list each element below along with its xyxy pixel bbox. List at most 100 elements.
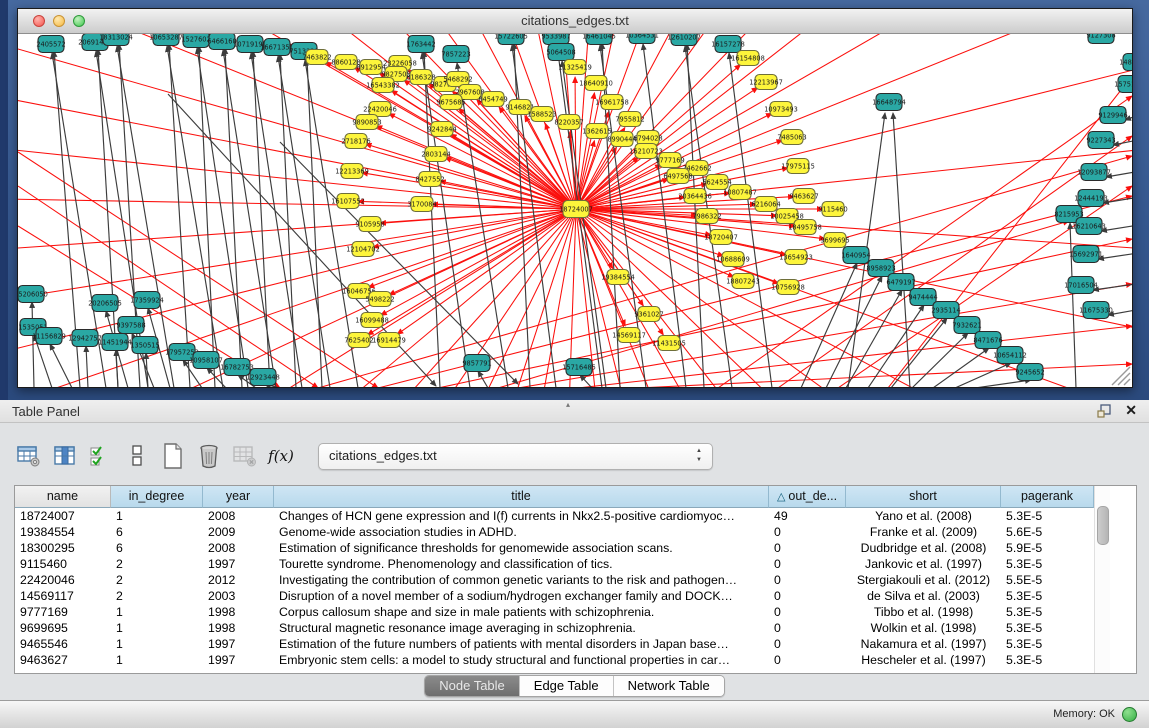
graph-node[interactable]: 9105958 bbox=[355, 217, 384, 232]
graph-node[interactable]: 12610207 bbox=[667, 34, 701, 46]
graph-node[interactable]: 7955812 bbox=[615, 112, 644, 127]
column-header-out_de[interactable]: △out_de... bbox=[769, 486, 846, 508]
column-header-short[interactable]: short bbox=[846, 486, 1001, 508]
graph-node[interactable]: 8454749 bbox=[478, 92, 507, 107]
graph-node[interactable]: 15751074 bbox=[1114, 76, 1132, 93]
graph-node[interactable]: 17016504 bbox=[1064, 277, 1098, 294]
graph-node[interactable]: 9474444 bbox=[908, 289, 937, 306]
graph-node[interactable]: 8220357 bbox=[554, 115, 583, 130]
network-canvas[interactable]: 2405572206914061831302410653287152760264… bbox=[18, 34, 1132, 387]
graph-node[interactable]: 9245652 bbox=[1015, 364, 1044, 381]
graph-node[interactable]: 9361027 bbox=[634, 307, 663, 322]
graph-node[interactable]: 15692971 bbox=[1069, 246, 1103, 263]
graph-node[interactable]: 5498222 bbox=[365, 292, 394, 307]
graph-node[interactable]: 18313024 bbox=[99, 34, 133, 46]
graph-node[interactable]: 14846201 bbox=[1119, 54, 1132, 71]
tab-network-table[interactable]: Network Table bbox=[614, 676, 724, 696]
graph-node[interactable]: 9857791 bbox=[462, 355, 491, 372]
new-table-icon[interactable] bbox=[158, 442, 188, 470]
graph-node[interactable]: 12942757 bbox=[68, 330, 102, 347]
graph-node[interactable]: 9129946 bbox=[1098, 107, 1127, 124]
graph-node[interactable]: 8990444 bbox=[607, 132, 636, 147]
graph-node[interactable]: 9533987 bbox=[541, 34, 570, 45]
graph-node[interactable]: 20206505 bbox=[88, 295, 122, 312]
graph-node[interactable]: 12923448 bbox=[246, 369, 280, 386]
graph-node[interactable]: 6479197 bbox=[886, 274, 915, 291]
graph-node[interactable]: 16210643 bbox=[1072, 218, 1106, 235]
close-panel-icon[interactable]: ✕ bbox=[1125, 402, 1137, 419]
graph-node[interactable]: 9127308 bbox=[1086, 34, 1115, 44]
graph-node[interactable]: 7857223 bbox=[441, 46, 470, 63]
graph-node[interactable]: 12444193 bbox=[1074, 190, 1108, 207]
graph-node[interactable]: 13654923 bbox=[779, 250, 813, 265]
function-builder-icon[interactable]: f(x) bbox=[266, 442, 296, 470]
network-window-titlebar[interactable]: citations_edges.txt bbox=[18, 9, 1132, 34]
graph-node[interactable]: 12213967 bbox=[749, 75, 783, 90]
graph-node[interactable]: 11451944 bbox=[98, 334, 132, 351]
graph-node[interactable]: 18724007 bbox=[559, 201, 593, 218]
graph-node[interactable]: 2405572 bbox=[36, 36, 65, 53]
graph-node[interactable]: 7463822 bbox=[302, 50, 331, 65]
graph-node[interactable]: 1640954 bbox=[841, 247, 870, 264]
column-header-pagerank[interactable]: pagerank bbox=[1001, 486, 1094, 508]
network-table-selector[interactable]: citations_edges.txt▲▼ bbox=[318, 443, 713, 470]
graph-node[interactable]: 3170084 bbox=[407, 197, 436, 212]
graph-node[interactable]: 15716485 bbox=[562, 359, 596, 376]
graph-node[interactable]: 10653287 bbox=[149, 34, 183, 46]
table-row[interactable]: 1872400712008Changes of HCN gene express… bbox=[15, 508, 1094, 524]
table-row[interactable]: 1456911722003Disruption of a novel membe… bbox=[15, 588, 1094, 604]
tab-node-table[interactable]: Node Table bbox=[425, 676, 520, 696]
table-vertical-scrollbar[interactable] bbox=[1094, 486, 1110, 673]
graph-node[interactable]: 9397588 bbox=[116, 317, 145, 334]
graph-node[interactable]: 9890853 bbox=[352, 115, 381, 130]
graph-node[interactable]: 8471676 bbox=[973, 332, 1002, 349]
graph-node[interactable]: 7485063 bbox=[777, 130, 806, 145]
graph-node[interactable]: 11675330 bbox=[1079, 302, 1113, 319]
graph-node[interactable]: 10654112 bbox=[993, 347, 1027, 364]
graph-node[interactable]: 2935114 bbox=[931, 302, 960, 319]
graph-node[interactable]: 10958107 bbox=[189, 352, 223, 369]
table-row[interactable]: 946362711997Embryonic stem cells: a mode… bbox=[15, 652, 1094, 668]
column-header-title[interactable]: title bbox=[274, 486, 769, 508]
graph-node[interactable]: 15722605 bbox=[494, 34, 528, 45]
column-header-name[interactable]: name bbox=[15, 486, 111, 508]
graph-node[interactable]: 25206050 bbox=[18, 286, 48, 303]
graph-node[interactable]: 9242844 bbox=[427, 122, 456, 137]
graph-node[interactable]: 1763442 bbox=[406, 36, 435, 53]
graph-node[interactable]: 12213369 bbox=[335, 164, 369, 179]
float-window-icon[interactable] bbox=[1097, 403, 1113, 419]
select-all-icon[interactable] bbox=[86, 442, 116, 470]
graph-node[interactable]: 7932621 bbox=[952, 317, 981, 334]
graph-node[interactable]: 16914479 bbox=[372, 333, 406, 348]
graph-node[interactable]: 7986322 bbox=[692, 209, 721, 224]
row-height-icon[interactable] bbox=[122, 442, 152, 470]
graph-node[interactable]: 9675685 bbox=[436, 95, 465, 110]
window-resize-grip[interactable] bbox=[1112, 367, 1130, 385]
graph-node[interactable]: 12093877 bbox=[1077, 164, 1111, 181]
graph-node[interactable]: 9463627 bbox=[789, 189, 818, 204]
delete-column-icon[interactable] bbox=[194, 442, 224, 470]
graph-node[interactable]: 1527602 bbox=[181, 34, 210, 48]
graph-node[interactable]: 7625402 bbox=[344, 333, 373, 348]
table-row[interactable]: 969969511998Structural magnetic resonanc… bbox=[15, 620, 1094, 636]
graph-node[interactable]: 11156829 bbox=[32, 328, 66, 345]
graph-node[interactable]: 5624554 bbox=[702, 175, 731, 190]
graph-node[interactable]: 12104702 bbox=[346, 242, 380, 257]
graph-node[interactable]: 9777169 bbox=[655, 153, 684, 168]
scrollbar-thumb[interactable] bbox=[1097, 506, 1109, 545]
graph-node[interactable]: 10688609 bbox=[716, 252, 750, 267]
graph-node[interactable]: 2718176 bbox=[341, 134, 370, 149]
graph-node[interactable]: 1350515 bbox=[130, 337, 159, 354]
graph-node[interactable]: 2803144 bbox=[421, 147, 450, 162]
table-row[interactable]: 911546021997Tourette syndrome. Phenomeno… bbox=[15, 556, 1094, 572]
table-row[interactable]: 977716911998Corpus callosum shape and si… bbox=[15, 604, 1094, 620]
graph-node[interactable]: 10364531 bbox=[625, 34, 659, 44]
graph-node[interactable]: 17975115 bbox=[781, 159, 815, 174]
table-row[interactable]: 1830029562008Estimation of significance … bbox=[15, 540, 1094, 556]
graph-node[interactable]: 5064508 bbox=[546, 44, 575, 61]
tab-edge-table[interactable]: Edge Table bbox=[520, 676, 614, 696]
column-header-in_degree[interactable]: in_degree bbox=[111, 486, 203, 508]
graph-node[interactable]: 9699695 bbox=[820, 233, 849, 248]
graph-node[interactable]: 16107552 bbox=[331, 194, 365, 209]
graph-node[interactable]: 16461045 bbox=[582, 34, 616, 45]
